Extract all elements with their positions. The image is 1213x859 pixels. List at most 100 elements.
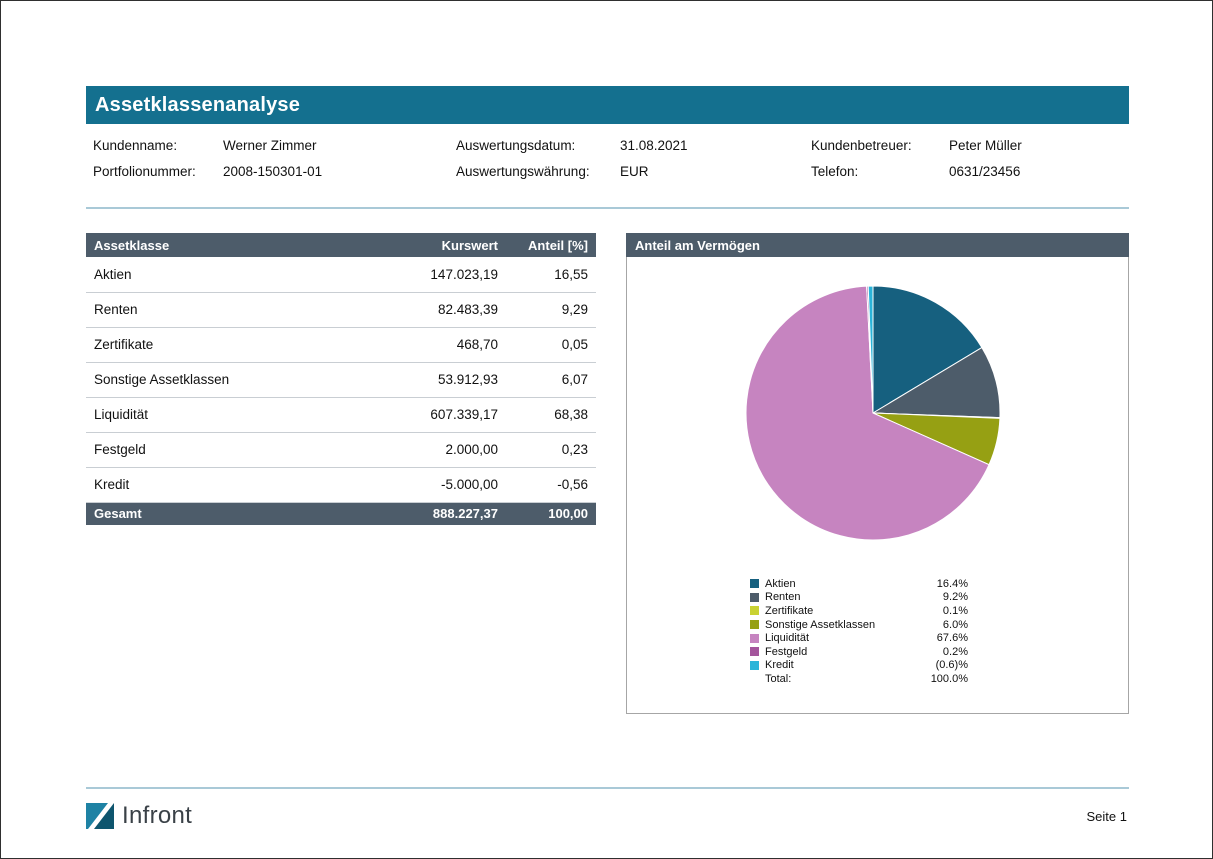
chart-panel-header: Anteil am Vermögen xyxy=(626,233,1129,257)
table-row: Liquidität 607.339,17 68,38 xyxy=(86,397,596,432)
cell-anteil: 9,29 xyxy=(506,292,596,327)
info-row-auswertungswaehrung: Auswertungswährung: EUR xyxy=(456,159,688,185)
legend-total-spacer xyxy=(750,674,759,683)
legend-label: Kredit xyxy=(765,659,936,671)
info-label: Auswertungsdatum: xyxy=(456,133,620,159)
pie-chart-svg xyxy=(741,281,1005,545)
legend-value: 6.0% xyxy=(943,619,968,631)
info-value: 31.08.2021 xyxy=(620,133,688,159)
brand-name: Infront xyxy=(122,802,192,830)
table-row: Aktien 147.023,19 16,55 xyxy=(86,257,596,292)
cell-assetklasse: Liquidität xyxy=(86,397,311,432)
cell-kurswert: 147.023,19 xyxy=(311,257,506,292)
cell-anteil: 0,05 xyxy=(506,327,596,362)
cell-kurswert: 468,70 xyxy=(311,327,506,362)
cell-kurswert: 607.339,17 xyxy=(311,397,506,432)
legend-label: Aktien xyxy=(765,578,937,590)
asset-class-table: Assetklasse Kurswert Anteil [%] Aktien 1… xyxy=(86,233,596,525)
legend-item: Kredit (0.6)% xyxy=(750,659,968,673)
cell-anteil: 68,38 xyxy=(506,397,596,432)
legend-swatch-renten xyxy=(750,593,759,602)
cell-kurswert: 82.483,39 xyxy=(311,292,506,327)
info-row-kundenname: Kundenname: Werner Zimmer xyxy=(93,133,322,159)
cell-anteil: 6,07 xyxy=(506,362,596,397)
legend-total-value: 100.0% xyxy=(931,673,968,685)
cell-assetklasse: Aktien xyxy=(86,257,311,292)
legend-value: 9.2% xyxy=(943,591,968,603)
cell-assetklasse: Kredit xyxy=(86,467,311,502)
info-row-kundenbetreuer: Kundenbetreuer: Peter Müller xyxy=(811,133,1022,159)
chart-panel: Aktien 16.4% Renten 9.2% Zertifikate 0.1… xyxy=(626,257,1129,714)
legend-swatch-aktien xyxy=(750,579,759,588)
chart-title: Anteil am Vermögen xyxy=(635,238,760,253)
table-row: Zertifikate 468,70 0,05 xyxy=(86,327,596,362)
client-info-column-1: Kundenname: Werner Zimmer Portfolionumme… xyxy=(93,133,322,185)
pie-chart xyxy=(741,281,1005,545)
cell-kurswert: 53.912,93 xyxy=(311,362,506,397)
legend-label: Festgeld xyxy=(765,646,943,658)
table-row: Renten 82.483,39 9,29 xyxy=(86,292,596,327)
info-value: Werner Zimmer xyxy=(223,133,317,159)
legend-swatch-liquiditaet xyxy=(750,634,759,643)
total-anteil: 100,00 xyxy=(506,502,596,525)
cell-assetklasse: Festgeld xyxy=(86,432,311,467)
cell-anteil: -0,56 xyxy=(506,467,596,502)
cell-assetklasse: Sonstige Assetklassen xyxy=(86,362,311,397)
legend-item: Aktien 16.4% xyxy=(750,577,968,591)
legend-item: Zertifikate 0.1% xyxy=(750,604,968,618)
column-header-kurswert: Kurswert xyxy=(311,233,506,257)
info-value: Peter Müller xyxy=(949,133,1022,159)
cell-assetklasse: Zertifikate xyxy=(86,327,311,362)
legend-total-label: Total: xyxy=(765,673,931,685)
table-total-row: Gesamt 888.227,37 100,00 xyxy=(86,502,596,525)
legend-value: 0.2% xyxy=(943,646,968,658)
legend-total-row: Total: 100.0% xyxy=(750,672,968,686)
info-row-auswertungsdatum: Auswertungsdatum: 31.08.2021 xyxy=(456,133,688,159)
legend-label: Liquidität xyxy=(765,632,937,644)
legend-item: Festgeld 0.2% xyxy=(750,645,968,659)
legend-item: Liquidität 67.6% xyxy=(750,631,968,645)
info-value: 2008-150301-01 xyxy=(223,159,322,185)
legend-label: Sonstige Assetklassen xyxy=(765,619,943,631)
info-label: Kundenname: xyxy=(93,133,223,159)
info-value: 0631/23456 xyxy=(949,159,1020,185)
column-header-anteil: Anteil [%] xyxy=(506,233,596,257)
cell-anteil: 16,55 xyxy=(506,257,596,292)
header-divider xyxy=(86,207,1129,209)
total-kurswert: 888.227,37 xyxy=(311,502,506,525)
info-label: Kundenbetreuer: xyxy=(811,133,949,159)
cell-anteil: 0,23 xyxy=(506,432,596,467)
legend-swatch-sonstige xyxy=(750,620,759,629)
info-row-portfolionummer: Portfolionummer: 2008-150301-01 xyxy=(93,159,322,185)
info-value: EUR xyxy=(620,159,649,185)
page-title: Assetklassenanalyse xyxy=(95,94,300,117)
legend-item: Sonstige Assetklassen 6.0% xyxy=(750,618,968,632)
legend-value: 16.4% xyxy=(937,578,968,590)
column-header-assetklasse: Assetklasse xyxy=(86,233,311,257)
legend-value: 0.1% xyxy=(943,605,968,617)
legend-item: Renten 9.2% xyxy=(750,591,968,605)
client-info-column-2: Auswertungsdatum: 31.08.2021 Auswertungs… xyxy=(456,133,688,185)
info-label: Telefon: xyxy=(811,159,949,185)
table-row: Kredit -5.000,00 -0,56 xyxy=(86,467,596,502)
infront-logo-icon xyxy=(86,803,114,829)
legend-swatch-zertifikate xyxy=(750,606,759,615)
legend-label: Zertifikate xyxy=(765,605,943,617)
brand-logo: Infront xyxy=(86,802,192,830)
report-page: Assetklassenanalyse Kundenname: Werner Z… xyxy=(0,0,1213,859)
table-row: Festgeld 2.000,00 0,23 xyxy=(86,432,596,467)
page-number: Seite 1 xyxy=(1087,809,1127,824)
legend-swatch-kredit xyxy=(750,661,759,670)
client-info-column-3: Kundenbetreuer: Peter Müller Telefon: 06… xyxy=(811,133,1022,185)
report-title-bar: Assetklassenanalyse xyxy=(86,86,1129,124)
info-label: Auswertungswährung: xyxy=(456,159,620,185)
chart-legend: Aktien 16.4% Renten 9.2% Zertifikate 0.1… xyxy=(750,577,968,686)
info-label: Portfolionummer: xyxy=(93,159,223,185)
legend-value: (0.6)% xyxy=(936,659,968,671)
cell-kurswert: 2.000,00 xyxy=(311,432,506,467)
cell-assetklasse: Renten xyxy=(86,292,311,327)
legend-label: Renten xyxy=(765,591,943,603)
legend-value: 67.6% xyxy=(937,632,968,644)
cell-kurswert: -5.000,00 xyxy=(311,467,506,502)
table-header-row: Assetklasse Kurswert Anteil [%] xyxy=(86,233,596,257)
